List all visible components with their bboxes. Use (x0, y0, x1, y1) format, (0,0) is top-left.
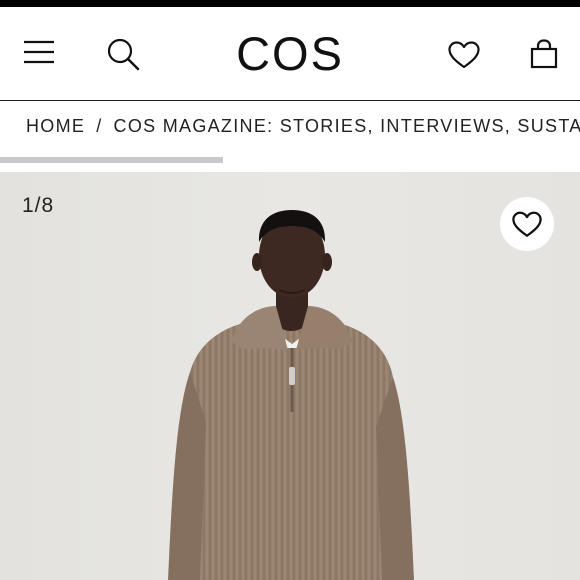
heart-icon (448, 41, 480, 69)
add-to-wishlist-button[interactable] (500, 197, 554, 251)
cos-logo[interactable]: COS (0, 30, 580, 78)
gallery-counter: 1/8 (22, 194, 55, 217)
shopping-bag-icon (530, 39, 558, 69)
breadcrumb-scrollbar[interactable] (0, 157, 223, 163)
header-divider (0, 100, 580, 101)
wishlist-button[interactable] (444, 37, 484, 73)
site-header: COS (0, 7, 580, 100)
top-black-bar (0, 0, 580, 7)
breadcrumb-separator: / (96, 116, 103, 136)
breadcrumb: HOME / COS MAGAZINE: STORIES, INTERVIEWS, … (26, 116, 580, 137)
product-image-gallery[interactable] (0, 172, 580, 580)
breadcrumb-home-link[interactable]: HOME (26, 116, 85, 136)
heart-icon (512, 211, 542, 237)
product-photo (0, 172, 580, 580)
shopping-bag-button[interactable] (526, 35, 562, 73)
breadcrumb-current-link[interactable]: COS MAGAZINE: STORIES, INTERVIEWS, SUSTA… (114, 116, 580, 136)
